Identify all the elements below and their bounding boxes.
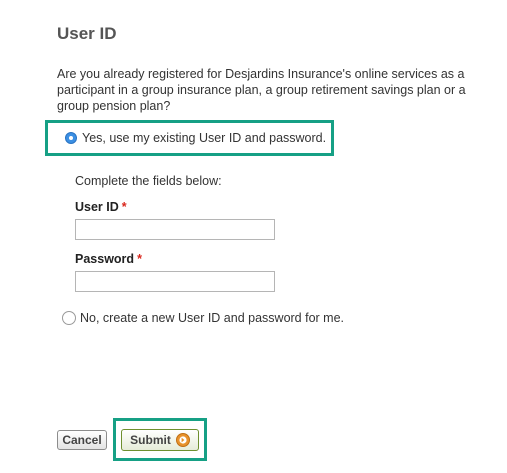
- no-option-label[interactable]: No, create a new User ID and password fo…: [80, 311, 344, 325]
- required-marker: *: [137, 252, 142, 266]
- password-field[interactable]: [75, 271, 275, 292]
- cancel-button[interactable]: Cancel: [57, 430, 107, 450]
- yes-existing-user-option[interactable]: Yes, use my existing User ID and passwor…: [45, 120, 334, 156]
- password-label: Password *: [75, 252, 142, 266]
- password-label-text: Password: [75, 252, 135, 266]
- no-create-new-option[interactable]: No, create a new User ID and password fo…: [62, 311, 344, 325]
- submit-button-label[interactable]: Submit: [130, 433, 171, 447]
- user-id-label-text: User ID: [75, 200, 119, 214]
- registration-question: Are you already registered for Desjardin…: [57, 67, 466, 113]
- yes-option-label[interactable]: Yes, use my existing User ID and passwor…: [82, 131, 326, 145]
- user-id-field[interactable]: [75, 219, 275, 240]
- form-instructions: Complete the fields below:: [75, 174, 222, 188]
- yes-radio-button[interactable]: [65, 132, 77, 144]
- arrow-circle-right-icon: [175, 433, 190, 447]
- required-marker: *: [121, 200, 127, 214]
- submit-button[interactable]: Submit: [121, 429, 199, 451]
- no-radio-button[interactable]: [62, 311, 76, 325]
- user-id-label: User ID *: [75, 200, 127, 214]
- page-title: User ID: [57, 24, 117, 43]
